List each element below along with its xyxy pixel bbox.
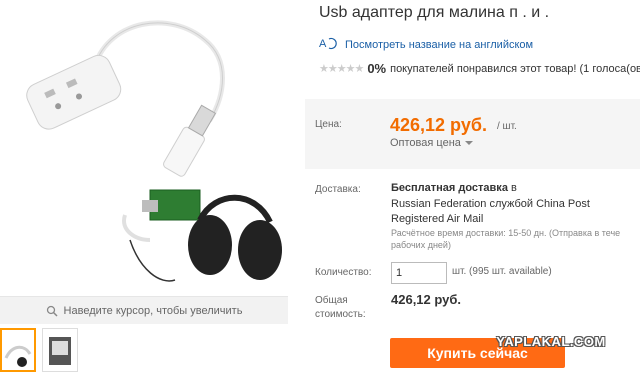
quantity-available: шт. (995 шт. available) bbox=[452, 266, 552, 277]
price-value: 426,12 руб. bbox=[390, 115, 487, 135]
chevron-down-icon bbox=[464, 141, 473, 145]
translate-link-text[interactable]: Посмотреть название на английском bbox=[345, 39, 533, 51]
delivery-service: Registered Air Mail bbox=[391, 213, 484, 225]
rating-stars-icon: ★★★★★ bbox=[319, 63, 364, 75]
delivery-label: Доставка: bbox=[315, 184, 361, 195]
delivery-destination[interactable]: Russian Federation службой China Post bbox=[391, 198, 590, 210]
total-label-line1: Общая bbox=[315, 295, 348, 306]
rating-percent: 0% bbox=[367, 61, 387, 76]
free-delivery-text: Бесплатная доставка bbox=[391, 182, 508, 194]
quantity-label: Количество: bbox=[315, 267, 372, 278]
thumbnail-2[interactable] bbox=[42, 328, 78, 372]
rating-text: покупателей понравился этот товар! (1 го… bbox=[390, 62, 640, 75]
total-value: 426,12 руб. bbox=[391, 292, 462, 307]
price-unit: / шт. bbox=[497, 121, 517, 132]
rating-row: ★★★★★ 0% покупателей понравился этот тов… bbox=[319, 61, 640, 76]
wholesale-label: Оптовая цена bbox=[390, 137, 461, 149]
translate-title-link[interactable]: A Посмотреть название на английском bbox=[319, 36, 533, 53]
thumbnail-strip bbox=[0, 328, 288, 374]
product-title: Usb адаптер для малина п . и . bbox=[319, 4, 550, 21]
delivery-time-line2: рабочих дней) bbox=[391, 240, 451, 250]
quantity-input[interactable] bbox=[391, 262, 447, 284]
product-gallery: Наведите курсор, чтобы увеличить bbox=[0, 0, 288, 374]
price-label: Цена: bbox=[315, 119, 342, 130]
translate-icon: A bbox=[319, 36, 339, 53]
delivery-time-line1: Расчётное время доставки: 15-50 дн. (Отп… bbox=[391, 228, 621, 238]
watermark: YAPLAKAL.COM bbox=[496, 333, 606, 349]
zoom-hint: Наведите курсор, чтобы увеличить bbox=[0, 296, 288, 324]
zoom-hint-text: Наведите курсор, чтобы увеличить bbox=[63, 304, 243, 317]
delivery-to: в bbox=[511, 182, 517, 194]
svg-text:A: A bbox=[319, 38, 327, 50]
main-product-image[interactable] bbox=[0, 0, 288, 296]
total-label-line2: стоимость: bbox=[315, 309, 366, 320]
magnifier-icon bbox=[46, 305, 58, 317]
thumbnail-1[interactable] bbox=[0, 328, 36, 372]
delivery-free-line: Бесплатная доставка в bbox=[391, 182, 517, 194]
product-photo bbox=[0, 0, 288, 296]
price-box: Цена: 426,12 руб. / шт. Оптовая цена bbox=[305, 99, 640, 169]
wholesale-price-dropdown[interactable]: Оптовая цена bbox=[390, 137, 473, 149]
